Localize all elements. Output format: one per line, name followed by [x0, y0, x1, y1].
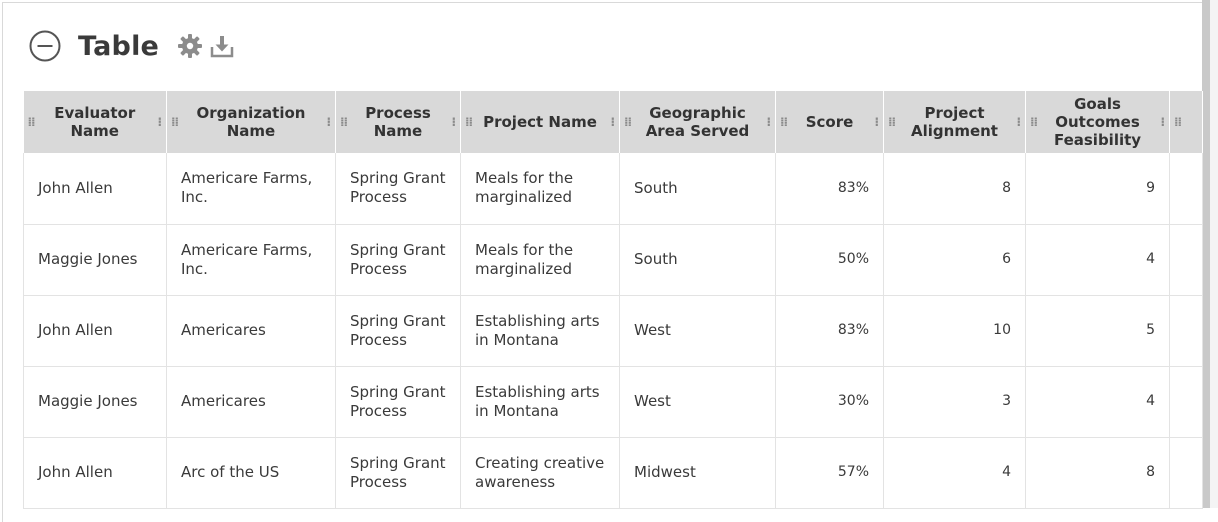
cell-evaluator-name: Maggie Jones [23, 366, 167, 438]
cell-organization-name: Arc of the US [166, 437, 336, 509]
cell-project-alignment: 10 [883, 295, 1026, 367]
cell-goals-outcomes-feasibility: 5 [1025, 295, 1170, 367]
table-row[interactable]: Maggie Jones Americares Spring Grant Pro… [23, 366, 1203, 438]
cell-process-name: Spring Grant Process [335, 224, 461, 296]
cell-geographic-area: South [619, 153, 776, 225]
drag-handle-icon[interactable]: ⁞⁞ [171, 113, 179, 131]
cell-score: 50% [775, 224, 884, 296]
cell-organization-name: Americares [166, 366, 336, 438]
column-header-organization-name[interactable]: ⁞⁞ Organization Name ⁝ [166, 91, 336, 153]
cell-process-name: Spring Grant Process [335, 153, 461, 225]
column-menu-icon[interactable]: ⁝ [766, 113, 771, 131]
drag-handle-icon[interactable]: ⁞⁞ [465, 113, 473, 131]
scrollbar-track[interactable] [1202, 0, 1210, 508]
drag-handle-icon[interactable]: ⁞⁞ [888, 113, 896, 131]
cell-project-name: Meals for the marginalized [460, 224, 620, 296]
column-menu-icon[interactable]: ⁝ [1160, 113, 1165, 131]
cell-geographic-area: Midwest [619, 437, 776, 509]
cell-overflow [1169, 224, 1203, 296]
cell-evaluator-name: John Allen [23, 295, 167, 367]
drag-handle-icon[interactable]: ⁞⁞ [1174, 113, 1182, 131]
cell-evaluator-name: Maggie Jones [23, 224, 167, 296]
data-table: ⁞⁞ Evaluator Name ⁝ ⁞⁞ Organization Name ⁝ ⁞… [23, 91, 1203, 509]
cell-project-alignment: 3 [883, 366, 1026, 438]
column-header-process-name[interactable]: ⁞⁞ Process Name ⁝ [335, 91, 461, 153]
collapse-circle-minus-icon[interactable] [28, 29, 62, 63]
cell-evaluator-name: John Allen [23, 153, 167, 225]
cell-project-name: Meals for the marginalized [460, 153, 620, 225]
column-header-geographic-area-served[interactable]: ⁞⁞ Geographic Area Served ⁝ [619, 91, 776, 153]
cell-project-alignment: 6 [883, 224, 1026, 296]
gear-icon[interactable] [177, 33, 203, 59]
drag-handle-icon[interactable]: ⁞⁞ [780, 113, 788, 131]
panel-header: Table [28, 28, 235, 64]
column-menu-icon[interactable]: ⁝ [451, 113, 456, 131]
cell-score: 30% [775, 366, 884, 438]
cell-project-name: Establishing arts in Montana [460, 366, 620, 438]
table-row[interactable]: John Allen Americare Farms, Inc. Spring … [23, 153, 1203, 225]
cell-evaluator-name: John Allen [23, 437, 167, 509]
table-header-row: ⁞⁞ Evaluator Name ⁝ ⁞⁞ Organization Name ⁝ ⁞… [23, 91, 1203, 153]
cell-goals-outcomes-feasibility: 9 [1025, 153, 1170, 225]
column-header-score[interactable]: ⁞⁞ Score ⁝ [775, 91, 884, 153]
column-menu-icon[interactable]: ⁝ [326, 113, 331, 131]
cell-project-name: Creating creative awareness [460, 437, 620, 509]
cell-organization-name: Americare Farms, Inc. [166, 224, 336, 296]
scrollbar-gutter [1210, 0, 1218, 508]
drag-handle-icon[interactable]: ⁞⁞ [340, 113, 348, 131]
cell-score: 57% [775, 437, 884, 509]
cell-overflow [1169, 437, 1203, 509]
cell-score: 83% [775, 153, 884, 225]
cell-project-alignment: 4 [883, 437, 1026, 509]
drag-handle-icon[interactable]: ⁞⁞ [28, 113, 36, 131]
column-menu-icon[interactable]: ⁝ [157, 113, 162, 131]
page-title: Table [78, 30, 160, 62]
column-menu-icon[interactable]: ⁝ [1016, 113, 1021, 131]
column-header-project-name[interactable]: ⁞⁞ Project Name ⁝ [460, 91, 620, 153]
cell-geographic-area: South [619, 224, 776, 296]
cell-organization-name: Americares [166, 295, 336, 367]
cell-process-name: Spring Grant Process [335, 437, 461, 509]
cell-organization-name: Americare Farms, Inc. [166, 153, 336, 225]
cell-overflow [1169, 153, 1203, 225]
column-header-goals-outcomes-feasibility[interactable]: ⁞⁞ Goals Outcomes Feasibility ⁝ [1025, 91, 1170, 153]
column-header-overflow: ⁞⁞ [1169, 91, 1203, 153]
cell-overflow [1169, 295, 1203, 367]
cell-project-alignment: 8 [883, 153, 1026, 225]
cell-geographic-area: West [619, 295, 776, 367]
drag-handle-icon[interactable]: ⁞⁞ [624, 113, 632, 131]
cell-process-name: Spring Grant Process [335, 295, 461, 367]
cell-geographic-area: West [619, 366, 776, 438]
cell-goals-outcomes-feasibility: 4 [1025, 224, 1170, 296]
column-header-evaluator-name[interactable]: ⁞⁞ Evaluator Name ⁝ [23, 91, 167, 153]
cell-overflow [1169, 366, 1203, 438]
cell-score: 83% [775, 295, 884, 367]
column-menu-icon[interactable]: ⁝ [610, 113, 615, 131]
column-menu-icon[interactable]: ⁝ [874, 113, 879, 131]
cell-project-name: Establishing arts in Montana [460, 295, 620, 367]
download-icon[interactable] [209, 33, 235, 59]
cell-process-name: Spring Grant Process [335, 366, 461, 438]
drag-handle-icon[interactable]: ⁞⁞ [1030, 113, 1038, 131]
cell-goals-outcomes-feasibility: 4 [1025, 366, 1170, 438]
table-row[interactable]: Maggie Jones Americare Farms, Inc. Sprin… [23, 224, 1203, 296]
cell-goals-outcomes-feasibility: 8 [1025, 437, 1170, 509]
table-row[interactable]: John Allen Americares Spring Grant Proce… [23, 295, 1203, 367]
column-header-project-alignment[interactable]: ⁞⁞ Project Alignment ⁝ [883, 91, 1026, 153]
table-row[interactable]: John Allen Arc of the US Spring Grant Pr… [23, 437, 1203, 509]
